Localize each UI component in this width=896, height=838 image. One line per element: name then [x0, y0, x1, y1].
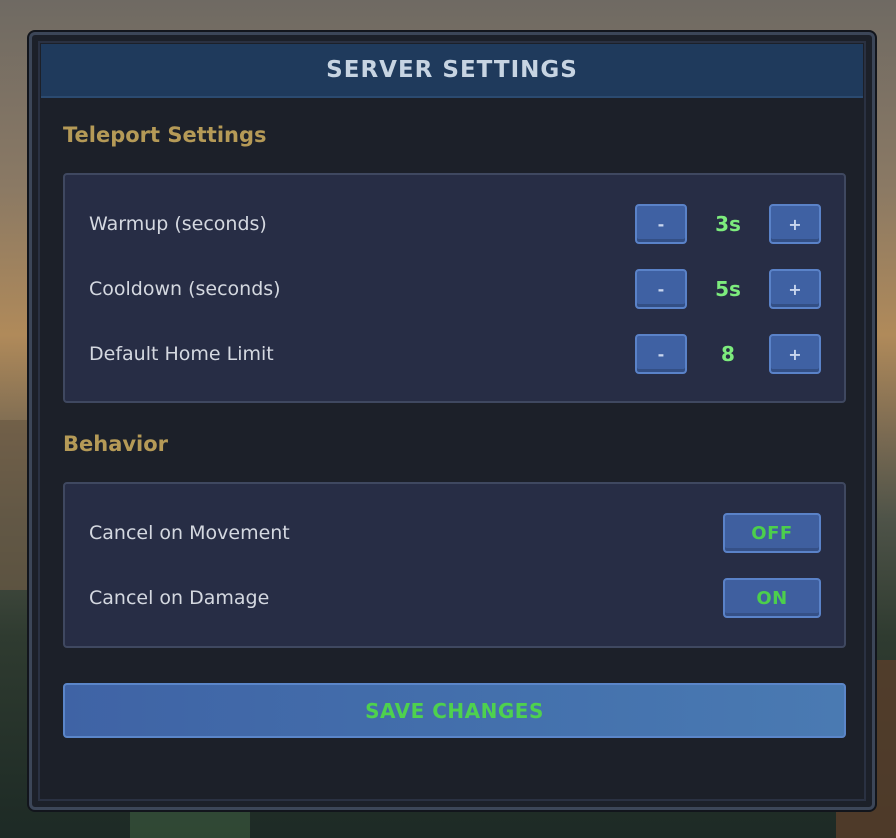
warmup-row: Warmup (seconds) - 3s +	[65, 204, 844, 244]
warmup-value: 3s	[715, 212, 741, 236]
home-limit-increase-button[interactable]: +	[769, 334, 821, 374]
warmup-stepper: - 3s +	[635, 204, 821, 244]
home-limit-row: Default Home Limit - 8 +	[65, 334, 844, 374]
cancel-movement-toggle[interactable]: OFF	[723, 513, 821, 553]
home-limit-stepper: - 8 +	[635, 334, 821, 374]
cancel-damage-toggle[interactable]: ON	[723, 578, 821, 618]
teleport-settings-heading: Teleport Settings	[63, 123, 267, 147]
dialog-title-bar: SERVER SETTINGS	[41, 44, 863, 98]
cooldown-value: 5s	[715, 277, 741, 301]
cancel-movement-row: Cancel on Movement OFF	[65, 513, 844, 553]
cancel-damage-label: Cancel on Damage	[89, 587, 270, 609]
behavior-group: Cancel on Movement OFF Cancel on Damage …	[63, 482, 846, 648]
home-limit-decrease-button[interactable]: -	[635, 334, 687, 374]
cooldown-decrease-button[interactable]: -	[635, 269, 687, 309]
teleport-settings-group: Warmup (seconds) - 3s + Cooldown (second…	[63, 173, 846, 403]
cancel-damage-row: Cancel on Damage ON	[65, 578, 844, 618]
server-settings-dialog: SERVER SETTINGS Teleport Settings Warmup…	[29, 32, 875, 810]
cooldown-stepper: - 5s +	[635, 269, 821, 309]
background-grass	[130, 812, 250, 838]
warmup-increase-button[interactable]: +	[769, 204, 821, 244]
cooldown-row: Cooldown (seconds) - 5s +	[65, 269, 844, 309]
cooldown-increase-button[interactable]: +	[769, 269, 821, 309]
home-limit-label: Default Home Limit	[89, 343, 274, 365]
dialog-title: SERVER SETTINGS	[326, 57, 578, 83]
behavior-heading: Behavior	[63, 432, 169, 456]
cancel-movement-label: Cancel on Movement	[89, 522, 290, 544]
home-limit-value: 8	[721, 342, 735, 366]
warmup-label: Warmup (seconds)	[89, 213, 267, 235]
warmup-decrease-button[interactable]: -	[635, 204, 687, 244]
cooldown-label: Cooldown (seconds)	[89, 278, 281, 300]
save-changes-button[interactable]: SAVE CHANGES	[63, 683, 846, 738]
